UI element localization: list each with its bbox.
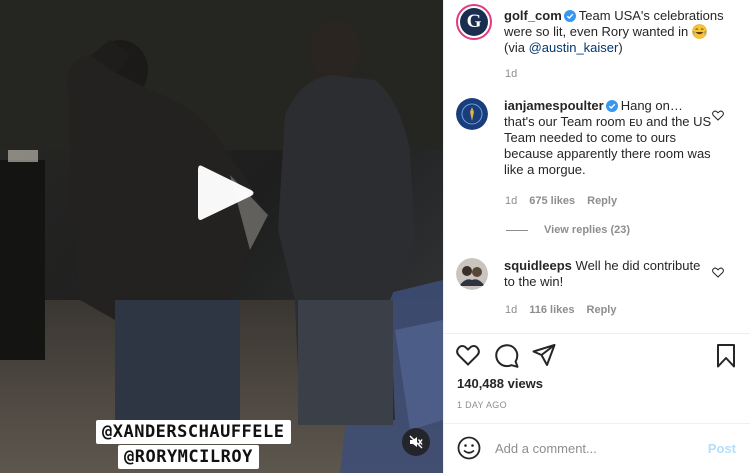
like-comment-heart-icon[interactable]: [712, 110, 724, 121]
like-comment-heart-icon[interactable]: [712, 267, 724, 278]
author-username[interactable]: golf_com: [504, 8, 562, 23]
post-time[interactable]: 1d: [505, 68, 517, 80]
ryder-cup-logo-icon: [456, 98, 488, 130]
caption-body: golf_com Team USA's celebrations were so …: [504, 4, 744, 56]
mute-button[interactable]: [402, 428, 430, 456]
video-frame: [0, 0, 443, 473]
share-direct-icon[interactable]: [532, 344, 556, 366]
comment-input[interactable]: [495, 440, 705, 456]
reply-button[interactable]: Reply: [587, 304, 617, 316]
laughing-emoji-icon: [692, 24, 707, 39]
comment-item: ianjamespoulter Hang on… that's our Team …: [456, 98, 738, 178]
add-comment-form: Post: [443, 423, 750, 473]
replies-divider-line: [506, 229, 528, 231]
comment-time[interactable]: 1d: [505, 304, 517, 316]
caption-via-suffix: ): [618, 40, 623, 55]
section-divider: [443, 333, 750, 334]
comment-username[interactable]: ianjamespoulter: [504, 98, 604, 113]
post-comment-button[interactable]: Post: [708, 441, 736, 456]
comment-item: squidleeps Well he did contribute to the…: [456, 258, 738, 290]
comment-username[interactable]: squidleeps: [504, 258, 572, 273]
verified-badge-icon: [605, 100, 618, 112]
post-caption: G golf_com Team USA's celebrations were s…: [456, 4, 744, 56]
comment-bubble-icon[interactable]: [495, 344, 519, 368]
play-button[interactable]: [196, 162, 256, 224]
action-bar: [456, 344, 738, 370]
instagram-post: @XANDERSCHAUFFELE @RORYMCILROY: [0, 0, 750, 473]
view-replies-label: View replies (23): [544, 224, 631, 236]
comment-likes[interactable]: 675 likes: [529, 195, 575, 207]
comment-time[interactable]: 1d: [505, 195, 517, 207]
commenter-avatar[interactable]: [456, 258, 488, 290]
reply-button[interactable]: Reply: [587, 195, 617, 207]
comment-likes[interactable]: 116 likes: [529, 304, 574, 316]
commenter-avatar[interactable]: [456, 98, 488, 130]
view-count[interactable]: 140,488 views: [457, 376, 543, 391]
like-heart-icon[interactable]: [456, 344, 480, 366]
comment-meta: 1d 675 likes Reply: [505, 195, 617, 207]
speaker-muted-icon: [409, 435, 423, 449]
emoji-smile-icon[interactable]: [457, 436, 481, 460]
comment-meta: 1d 116 likes Reply: [505, 304, 617, 316]
caption-via-prefix: (via: [504, 40, 529, 55]
view-replies-button[interactable]: View replies (23): [506, 224, 630, 236]
play-icon: [198, 165, 254, 220]
comment-body: squidleeps Well he did contribute to the…: [504, 258, 714, 290]
video-sticker-mention-1: @XANDERSCHAUFFELE: [96, 420, 291, 444]
user-photo-icon: [456, 258, 488, 290]
golf-logo: G: [460, 8, 488, 36]
verified-badge-icon: [563, 10, 576, 22]
caption-mention-link[interactable]: @austin_kaiser: [529, 40, 619, 55]
author-avatar[interactable]: G: [456, 4, 492, 40]
comment-body: ianjamespoulter Hang on… that's our Team …: [504, 98, 714, 178]
video-sticker-mention-2: @RORYMCILROY: [118, 445, 259, 469]
save-bookmark-icon[interactable]: [716, 344, 736, 368]
post-date[interactable]: 1 DAY AGO: [457, 400, 507, 410]
video-player[interactable]: @XANDERSCHAUFFELE @RORYMCILROY: [0, 0, 443, 473]
